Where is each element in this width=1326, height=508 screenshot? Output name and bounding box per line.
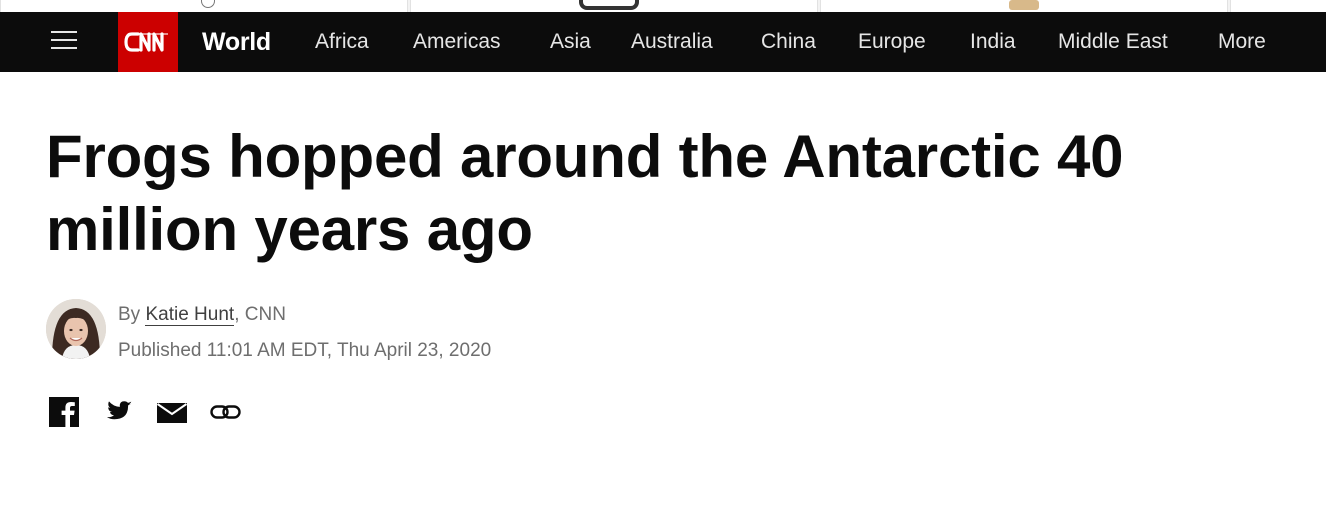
ad-strip bbox=[0, 0, 1326, 12]
hamburger-menu-icon[interactable] bbox=[51, 28, 77, 52]
section-title-world[interactable]: World bbox=[202, 12, 271, 72]
byline-prefix: By bbox=[118, 304, 146, 325]
nav-link-more[interactable]: More bbox=[1218, 12, 1266, 72]
ad-card[interactable] bbox=[1230, 0, 1326, 12]
author-avatar[interactable] bbox=[46, 299, 106, 359]
author-link[interactable]: Katie Hunt bbox=[145, 304, 235, 326]
top-navigation-bar: World Africa Americas Asia Australia Chi… bbox=[0, 12, 1326, 72]
email-icon[interactable] bbox=[156, 396, 188, 428]
nav-link-europe[interactable]: Europe bbox=[858, 12, 926, 72]
nav-link-africa[interactable]: Africa bbox=[315, 12, 369, 72]
twitter-icon[interactable] bbox=[102, 396, 134, 428]
published-timestamp: Published 11:01 AM EDT, Thu April 23, 20… bbox=[118, 340, 492, 361]
nav-link-australia[interactable]: Australia bbox=[631, 12, 713, 72]
cnn-logo[interactable] bbox=[118, 12, 178, 72]
link-icon[interactable] bbox=[210, 396, 242, 428]
byline: By Katie Hunt, CNN bbox=[118, 302, 286, 328]
ad-card[interactable] bbox=[410, 0, 818, 12]
article-headline: Frogs hopped around the Antarctic 40 mil… bbox=[46, 123, 1124, 263]
nav-link-americas[interactable]: Americas bbox=[413, 12, 501, 72]
nav-link-middle-east[interactable]: Middle East bbox=[1058, 12, 1168, 72]
ad-card[interactable] bbox=[820, 0, 1228, 12]
facebook-icon[interactable] bbox=[48, 396, 80, 428]
ad-card[interactable] bbox=[0, 0, 408, 12]
nav-link-china[interactable]: China bbox=[761, 12, 816, 72]
nav-link-india[interactable]: India bbox=[970, 12, 1016, 72]
nav-link-asia[interactable]: Asia bbox=[550, 12, 591, 72]
byline-source: , CNN bbox=[234, 304, 286, 325]
